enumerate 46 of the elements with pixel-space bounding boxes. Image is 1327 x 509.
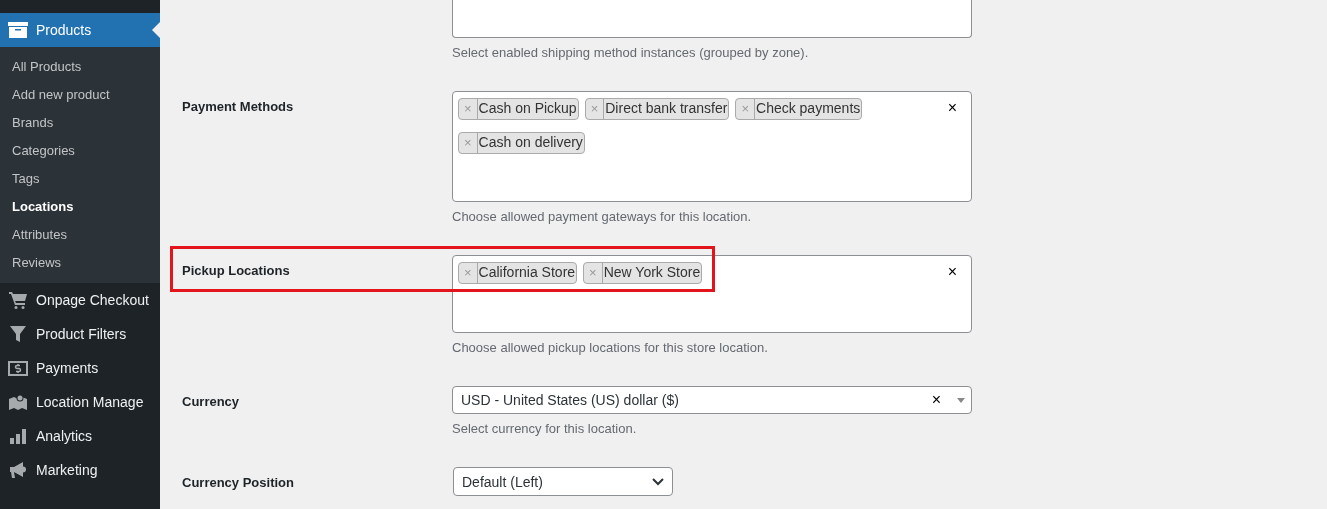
megaphone-icon bbox=[8, 460, 28, 480]
chevron-down-icon bbox=[652, 477, 664, 486]
currency-select[interactable]: USD - United States (US) dollar ($) × bbox=[452, 386, 972, 414]
menu-item[interactable]: Marketing bbox=[0, 453, 160, 487]
submenu-item[interactable]: Reviews bbox=[0, 249, 62, 277]
submenu-item[interactable]: Locations bbox=[0, 193, 74, 221]
menu-item[interactable]: Onpage Checkout bbox=[0, 283, 160, 317]
field-description: Choose allowed pickup locations for this store location. bbox=[452, 340, 769, 356]
submenu-item[interactable]: Categories bbox=[0, 137, 75, 165]
tag-chip[interactable]: × Check payments bbox=[735, 98, 863, 120]
field-label: Currency Position bbox=[182, 475, 294, 490]
cart-icon bbox=[8, 290, 28, 310]
field-label: Currency bbox=[182, 394, 240, 409]
menu-item[interactable]: Analytics bbox=[0, 419, 160, 453]
clear-button[interactable]: × bbox=[947, 262, 965, 281]
tag-chip[interactable]: × California Store bbox=[458, 262, 578, 284]
multiselect-field[interactable]: × California Store × New York Store × bbox=[452, 255, 972, 333]
map-pin-icon bbox=[8, 392, 28, 412]
multiselect-field[interactable] bbox=[452, 0, 972, 38]
submenu-item[interactable]: All Products bbox=[0, 53, 82, 81]
bar-chart-icon bbox=[8, 426, 28, 446]
menu-item[interactable]: Payments bbox=[0, 351, 160, 385]
clear-button[interactable]: × bbox=[931, 391, 957, 409]
field-label: Pickup Locations bbox=[182, 263, 290, 278]
dropdown-arrow-icon bbox=[957, 397, 965, 403]
field-description: Select currency for this location. bbox=[452, 421, 638, 437]
menu-item[interactable]: Product Filters bbox=[0, 317, 160, 351]
filter-icon bbox=[8, 324, 28, 344]
multiselect-field[interactable]: × Cash on Pickup × Direct bank transfer × Check payments × Cash on delivery × bbox=[452, 91, 972, 202]
field-description: Choose allowed payment gateways for this location. bbox=[452, 209, 753, 225]
tag-chip[interactable]: × New York Store bbox=[583, 262, 703, 284]
tag-chip[interactable]: × Direct bank transfer bbox=[584, 98, 730, 120]
menu-item[interactable]: Location Manage bbox=[0, 385, 160, 419]
tag-chip[interactable]: × Cash on Pickup bbox=[458, 98, 579, 120]
position-select[interactable]: Default (Left) bbox=[453, 467, 673, 496]
menu-item[interactable]: Products bbox=[0, 13, 160, 47]
submenu-item[interactable]: Attributes bbox=[0, 221, 67, 249]
dollar-icon bbox=[8, 358, 28, 378]
archive-icon bbox=[8, 22, 28, 38]
field-label: Payment Methods bbox=[182, 99, 294, 114]
tag-chip[interactable]: × Cash on delivery bbox=[458, 132, 585, 154]
submenu-item[interactable]: Brands bbox=[0, 109, 54, 137]
clear-button[interactable]: × bbox=[947, 98, 965, 117]
submenu-item[interactable]: Add new product bbox=[0, 81, 110, 109]
submenu-item[interactable]: Tags bbox=[0, 165, 40, 193]
field-description: Select enabled shipping method instances (grouped by zone). bbox=[452, 45, 810, 61]
